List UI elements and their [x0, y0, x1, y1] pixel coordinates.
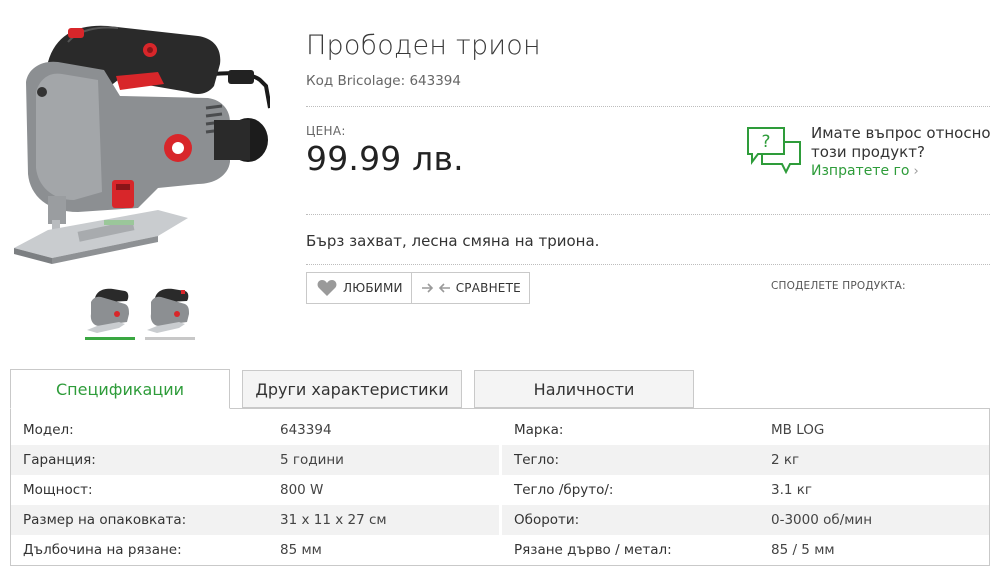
spec-value: 800 W — [280, 482, 324, 498]
spec-row: Мощност: 800 W — [11, 475, 499, 505]
thumbnail-2[interactable] — [145, 284, 195, 340]
favorite-label: ЛЮБИМИ — [343, 281, 403, 295]
spec-row: Марка: MB LOG — [502, 415, 989, 445]
tab-specifications[interactable]: Спецификации — [10, 369, 230, 409]
spec-row: Размер на опаковката: 31 x 11 x 27 см — [11, 505, 499, 535]
spec-value: 643394 — [280, 422, 332, 438]
specs-left-column: Модел: 643394 Гаранция: 5 години Мощност: 8… — [11, 415, 499, 565]
tab-other-characteristics[interactable]: Други характеристики — [242, 370, 462, 408]
tab-availability[interactable]: Наличности — [474, 370, 694, 408]
spec-row: Рязане дърво / метал: 85 / 5 мм — [502, 535, 989, 565]
ask-question-link-label[interactable]: Изпратете го — [811, 163, 909, 179]
spec-row: Дълбочина на рязане: 85 мм — [11, 535, 499, 565]
svg-text:?: ? — [761, 132, 770, 152]
spec-key: Тегло /бруто/: — [514, 482, 614, 498]
spec-key: Модел: — [23, 422, 74, 438]
compare-label: СРАВНЕТЕ — [455, 281, 521, 295]
spec-row: Тегло /бруто/: 3.1 кг — [502, 475, 989, 505]
product-code: Код Bricolage: 643394 — [306, 73, 461, 89]
spec-key: Обороти: — [514, 512, 580, 528]
product-title: Прободен трион — [306, 30, 541, 61]
spec-row: Модел: 643394 — [11, 415, 499, 445]
spec-key: Тегло: — [514, 452, 560, 468]
question-prompt: Имате въпрос относно този продукт? — [811, 124, 991, 161]
spec-value: 3.1 кг — [771, 482, 813, 498]
spec-key: Мощност: — [23, 482, 93, 498]
spec-row: Обороти: 0-3000 об/мин — [502, 505, 989, 535]
thumbnail-1[interactable] — [85, 284, 135, 340]
spec-value: 85 мм — [280, 542, 322, 558]
share-label: СПОДЕЛЕТЕ ПРОДУКТА: — [771, 280, 906, 292]
spec-key: Рязане дърво / метал: — [514, 542, 672, 558]
specifications-panel: Модел: 643394 Гаранция: 5 години Мощност: 8… — [10, 408, 990, 566]
ask-question-link[interactable]: Изпратете го › — [811, 163, 919, 179]
spec-value: 31 x 11 x 27 см — [280, 512, 387, 528]
product-image[interactable] — [8, 12, 272, 274]
spec-value: 85 / 5 мм — [771, 542, 835, 558]
spec-key: Марка: — [514, 422, 564, 438]
compare-arrows-icon — [421, 282, 450, 294]
specs-right-column: Марка: MB LOG Тегло: 2 кг Тегло /бруто/: 3.… — [502, 415, 989, 565]
spec-key: Гаранция: — [23, 452, 96, 468]
product-price: 99.99 лв. — [306, 139, 464, 178]
divider — [306, 106, 990, 107]
spec-value: 2 кг — [771, 452, 800, 468]
divider — [306, 264, 990, 265]
spec-key: Размер на опаковката: — [23, 512, 187, 528]
spec-row: Гаранция: 5 години — [11, 445, 499, 475]
spec-value: 5 години — [280, 452, 344, 468]
product-description: Бърз захват, лесна смяна на триона. — [306, 232, 600, 250]
question-bubble-icon[interactable]: ? — [746, 126, 804, 178]
chevron-right-icon: › — [913, 164, 919, 179]
compare-button[interactable]: СРАВНЕТЕ — [410, 273, 529, 303]
spec-row: Тегло: 2 кг — [502, 445, 989, 475]
spec-value: MB LOG — [771, 422, 825, 438]
favorite-button[interactable]: ЛЮБИМИ — [307, 273, 411, 303]
price-label: ЦЕНА: — [306, 124, 346, 138]
action-buttons: ЛЮБИМИ СРАВНЕТЕ — [306, 272, 530, 304]
heart-icon — [317, 280, 337, 296]
spec-value: 0-3000 об/мин — [771, 512, 873, 528]
spec-key: Дълбочина на рязане: — [23, 542, 182, 558]
divider — [306, 214, 990, 215]
